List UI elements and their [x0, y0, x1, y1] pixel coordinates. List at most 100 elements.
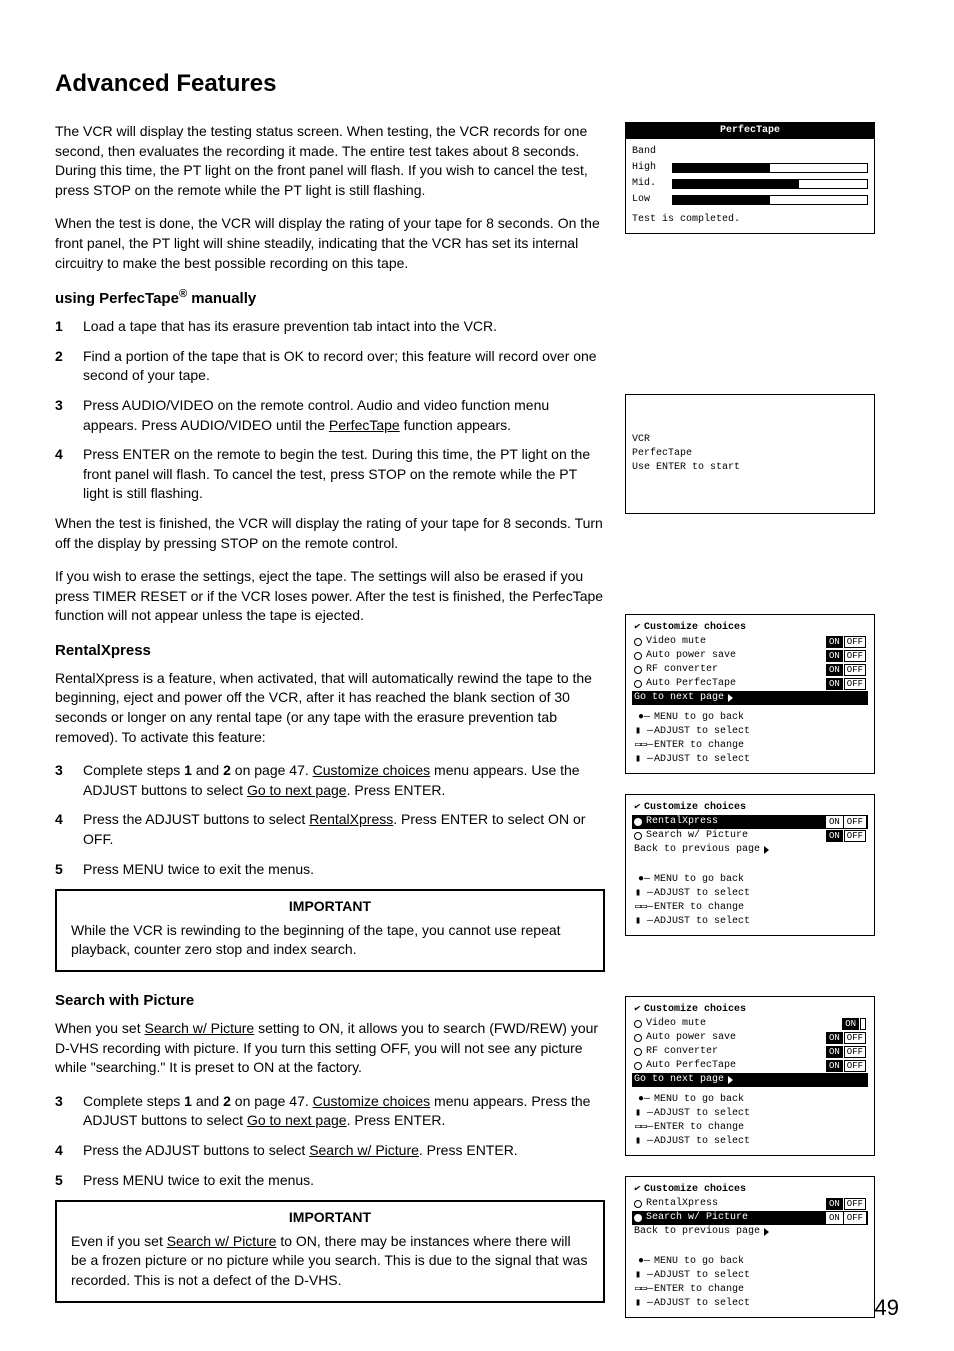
- customize-menu-page1: ✔Customize choices Video muteONOFF Auto …: [625, 614, 875, 774]
- menu-option: RF converter: [646, 663, 826, 677]
- vcr-line: PerfecTape: [632, 447, 868, 461]
- step-number: 4: [55, 1141, 83, 1161]
- important-box: IMPORTANT Even if you set Search w/ Pict…: [55, 1200, 605, 1302]
- step-number: 3: [55, 1092, 83, 1131]
- toggle-off: OFF: [844, 1032, 866, 1045]
- menu-hints: ●—MENU to go back ▮ —ADJUST to select ▭▭…: [632, 871, 868, 929]
- important-text: While the VCR is rewinding to the beginn…: [71, 921, 589, 960]
- step-row: 5 Press MENU twice to exit the menus.: [55, 860, 605, 880]
- test-complete-text: Test is completed.: [632, 213, 868, 227]
- t: When you set: [55, 1020, 145, 1036]
- t: . Press ENTER.: [419, 1142, 518, 1158]
- band-low-bar: [672, 195, 868, 205]
- body-text-column: The VCR will display the testing status …: [55, 122, 605, 1321]
- step-row: 4 Press ENTER on the remote to begin the…: [55, 445, 605, 504]
- t: . Press ENTER.: [347, 1112, 446, 1128]
- t: on page 47.: [231, 762, 313, 778]
- step-number: 2: [55, 347, 83, 386]
- step-row: 4 Press the ADJUST buttons to select Ren…: [55, 810, 605, 849]
- important-text: Even if you set Search w/ Picture to ON,…: [71, 1232, 589, 1291]
- menu-header: ✔Customize choices: [632, 621, 868, 635]
- menu-option: Video mute: [646, 1017, 842, 1031]
- step-number: 5: [55, 1171, 83, 1191]
- perfectape-heading: using PerfecTape® manually: [55, 287, 605, 309]
- menu-option: Auto power save: [646, 649, 826, 663]
- vcr-line: Use ENTER to start: [632, 461, 868, 475]
- t: and: [192, 1093, 223, 1109]
- perfectape-heading-prefix: using PerfecTape: [55, 290, 179, 307]
- t: Go to next page: [247, 782, 347, 798]
- registered-mark: ®: [179, 288, 187, 300]
- intro-paragraph-1: The VCR will display the testing status …: [55, 122, 605, 200]
- t: 2: [223, 1093, 231, 1109]
- perfectape-heading-suffix: manually: [187, 290, 256, 307]
- menu-option: Video mute: [646, 635, 826, 649]
- menu-option: Auto PerfecTape: [646, 677, 826, 691]
- toggle-off: OFF: [844, 1212, 866, 1225]
- toggle-off: OFF: [844, 1060, 866, 1073]
- t: Search w/ Picture: [309, 1142, 419, 1158]
- arrow-right-icon: [728, 1076, 733, 1084]
- step-text: Complete steps 1 and 2 on page 47. Custo…: [83, 1092, 605, 1131]
- arrow-right-icon: [728, 694, 733, 702]
- figure-column: PerfecTape Band High Mid. Low Test is co…: [625, 122, 875, 1321]
- perfectape-after-1: When the test is finished, the VCR will …: [55, 514, 605, 553]
- important-title: IMPORTANT: [71, 1208, 589, 1228]
- toggle-on: ON: [826, 1046, 843, 1059]
- step-row: 3 Press AUDIO/VIDEO on the remote contro…: [55, 396, 605, 435]
- menu-option: RF converter: [646, 1045, 826, 1059]
- t: Customize choices: [313, 1093, 431, 1109]
- toggle-on: ON: [826, 1198, 843, 1211]
- menu-hints: ●—MENU to go back ▮ —ADJUST to select ▭▭…: [632, 1253, 868, 1311]
- menu-prev-page: Back to previous page: [632, 843, 868, 857]
- step-text: Press MENU twice to exit the menus.: [83, 860, 605, 880]
- arrow-right-icon: [764, 1228, 769, 1236]
- arrow-right-icon: [764, 846, 769, 854]
- toggle-on: ON: [826, 830, 843, 843]
- band-mid-label: Mid.: [632, 177, 672, 191]
- t: Even if you set: [71, 1233, 167, 1249]
- customize-menu-page2-search: ✔Customize choices RentalXpressONOFF Sea…: [625, 1176, 875, 1318]
- menu-header: ✔Customize choices: [632, 801, 868, 815]
- rentalxpress-heading: RentalXpress: [55, 640, 605, 661]
- menu-option-selected: Search w/ Picture: [646, 1211, 826, 1225]
- step-row: 3 Complete steps 1 and 2 on page 47. Cus…: [55, 761, 605, 800]
- page-title: Advanced Features: [55, 70, 899, 98]
- step-text: Press ENTER on the remote to begin the t…: [83, 445, 605, 504]
- toggle-off: OFF: [844, 664, 866, 677]
- toggle-on: ON: [826, 664, 843, 677]
- step-text: Press MENU twice to exit the menus.: [83, 1171, 605, 1191]
- menu-header: ✔Customize choices: [632, 1183, 868, 1197]
- t: Complete steps: [83, 762, 184, 778]
- menu-option: RentalXpress: [646, 1197, 826, 1211]
- menu-header-text: Customize choices: [644, 622, 746, 633]
- band-high-bar: [672, 163, 868, 173]
- toggle-off: OFF: [844, 678, 866, 691]
- band-high-label: High: [632, 161, 672, 175]
- toggle-on: ON: [826, 678, 843, 691]
- menu-option: Auto power save: [646, 1031, 826, 1045]
- vcr-perfectape-prompt: VCR PerfecTape Use ENTER to start: [625, 394, 875, 514]
- toggle-off: OFF: [844, 1046, 866, 1059]
- menu-prev-page: Back to previous page: [632, 1225, 868, 1239]
- t: and: [192, 762, 223, 778]
- toggle-off: [860, 1018, 866, 1031]
- toggle-on: ON: [842, 1018, 859, 1031]
- step-number: 1: [55, 317, 83, 337]
- toggle-off: OFF: [844, 650, 866, 663]
- toggle-on: ON: [826, 650, 843, 663]
- step-number: 3: [55, 396, 83, 435]
- step-text: Press the ADJUST buttons to select Searc…: [83, 1141, 605, 1161]
- t: Press the ADJUST buttons to select: [83, 811, 309, 827]
- menu-next-page: Go to next page: [632, 1073, 868, 1087]
- screen-title: PerfecTape: [626, 123, 874, 139]
- toggle-off: OFF: [844, 830, 866, 843]
- vcr-line: VCR: [632, 433, 868, 447]
- menu-option: Auto PerfecTape: [646, 1059, 826, 1073]
- t: 2: [223, 762, 231, 778]
- step-text: Load a tape that has its erasure prevent…: [83, 317, 605, 337]
- step-row: 5 Press MENU twice to exit the menus.: [55, 1171, 605, 1191]
- page-number: 49: [875, 1295, 899, 1321]
- menu-next-page: Go to next page: [632, 691, 868, 705]
- rentalxpress-intro: RentalXpress is a feature, when activate…: [55, 669, 605, 747]
